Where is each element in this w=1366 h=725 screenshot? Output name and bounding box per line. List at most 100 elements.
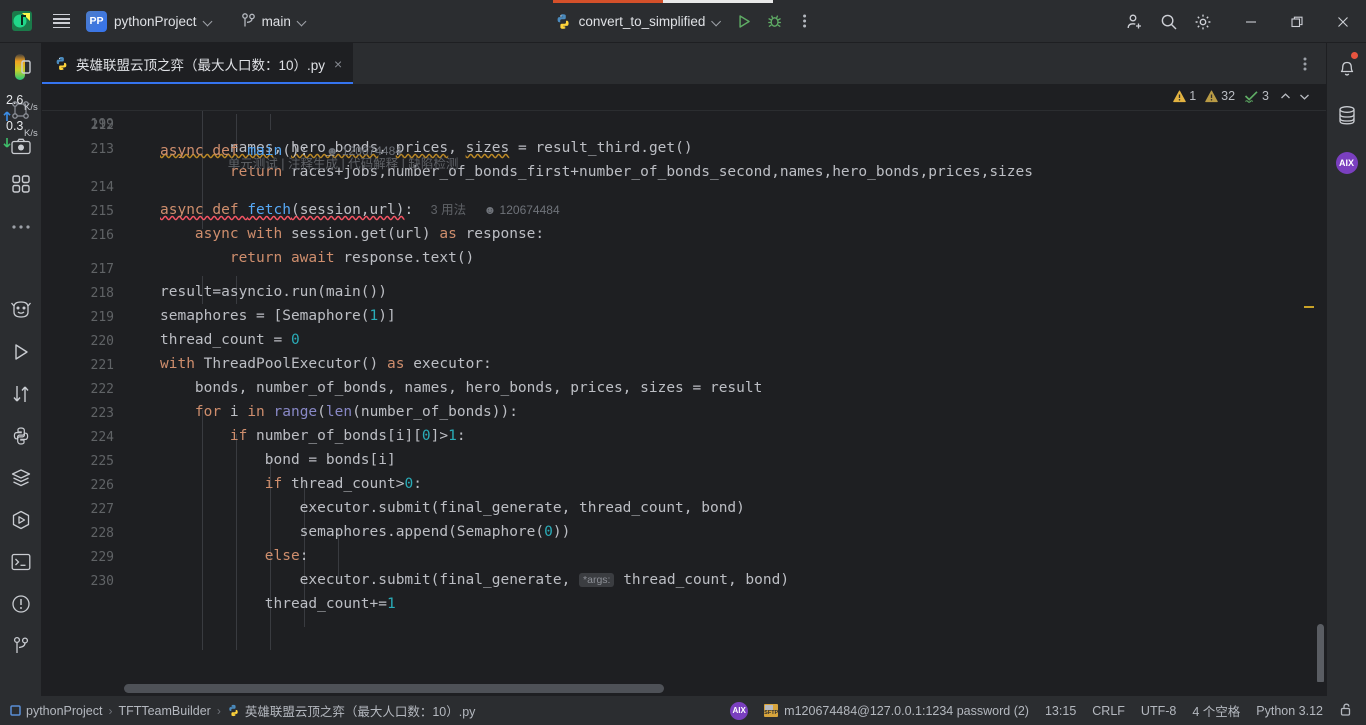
editor-marker-stripe[interactable] <box>1304 306 1314 308</box>
invite-collaborator-button[interactable] <box>1120 7 1150 37</box>
inspection-widget[interactable]: 1 32 3 <box>1173 89 1310 103</box>
run-controls: convert_to_simplified <box>547 6 820 36</box>
python-console-icon <box>13 427 28 445</box>
services-icon <box>11 469 30 487</box>
code-text: async def fetch(session,url): 3 用法 ☻ 120… <box>160 202 560 219</box>
close-icon <box>1338 16 1348 27</box>
aix-status-icon[interactable]: AIX <box>730 701 749 720</box>
project-badge: PP <box>86 10 107 32</box>
sftp-connection-status[interactable]: SFTP m120674484@127.0.0.1:1234 password … <box>764 704 1029 718</box>
left-tool-rail: 2.6 K/s 0.3 K/s <box>0 43 42 696</box>
maximize-button[interactable] <box>1274 0 1320 43</box>
debug-icon <box>768 15 781 28</box>
encoding-button[interactable]: UTF-8 <box>1141 704 1176 718</box>
read-only-toggle[interactable] <box>1339 702 1354 720</box>
run-more-button[interactable] <box>789 6 819 36</box>
more-vertical-icon <box>802 14 806 28</box>
minimize-button[interactable] <box>1228 0 1274 43</box>
run-icon <box>739 14 751 28</box>
line-separator-button[interactable]: CRLF <box>1092 704 1125 718</box>
maximize-icon <box>1291 16 1303 27</box>
editor-tab[interactable]: 英雄联盟云顶之弈（最大人口数：10）.py × <box>42 43 354 84</box>
sftp-label: m120674484@127.0.0.1:1234 password (2) <box>784 703 1029 718</box>
sidebar-item-ai-assistant[interactable] <box>0 289 42 331</box>
project-folder-icon <box>10 705 21 716</box>
code-line: 221 bonds, number_of_bonds, names, hero_… <box>42 330 763 397</box>
run-button[interactable] <box>729 6 759 36</box>
pycharm-logo <box>0 10 44 32</box>
sidebar-item-git-sync[interactable] <box>0 373 42 415</box>
debug-button[interactable] <box>759 6 789 36</box>
close-button[interactable] <box>1320 0 1366 43</box>
upload-arrow-icon <box>3 111 11 121</box>
sidebar-item-terminal[interactable] <box>0 541 42 583</box>
run-configuration-selector[interactable]: convert_to_simplified <box>547 10 730 33</box>
project-selector[interactable]: PP pythonProject <box>82 8 220 35</box>
typo-indicator[interactable]: 3 <box>1244 89 1269 103</box>
code-text: else: <box>264 548 309 565</box>
editor-tab-bar: 英雄联盟云顶之弈（最大人口数：10）.py × <box>42 43 1326 84</box>
version-control-icon <box>13 636 28 653</box>
sidebar-item-version-control[interactable] <box>0 625 42 667</box>
parameter-hint-badge: *args: <box>579 573 615 588</box>
line-number: 230 <box>90 573 114 589</box>
sidebar-item-problems[interactable] <box>0 583 42 625</box>
editor-vertical-scrollbar[interactable] <box>1317 624 1324 684</box>
code-line: 218 semaphores = [Semaphore(1)] <box>42 258 396 325</box>
sidebar-item-run[interactable] <box>0 331 42 373</box>
sticky-code-header[interactable]: 199 async def main(): ☻ 120674484 <box>42 84 1326 159</box>
status-bar-right-group: AIX SFTP m120674484@127.0.0.1:1234 passw… <box>730 701 1366 720</box>
weak-warning-triangle-icon <box>1205 90 1218 102</box>
breadcrumb-separator: › <box>216 703 221 718</box>
sidebar-item-aix[interactable]: AIX <box>1327 139 1366 187</box>
settings-button[interactable] <box>1188 7 1218 37</box>
main-menu-button[interactable] <box>44 11 78 31</box>
code-line: 228 else: <box>42 498 309 565</box>
sidebar-item-more-tools[interactable] <box>0 205 42 249</box>
previous-problem-button[interactable] <box>1280 91 1291 102</box>
chevron-down-icon <box>204 17 213 26</box>
code-editor[interactable]: 212 names, hero_bonds, prices, sizes = r… <box>42 84 1326 696</box>
sidebar-item-structure[interactable] <box>0 163 42 205</box>
clock-label: 13:15 <box>1044 703 1077 718</box>
green-check-icon <box>1244 90 1258 103</box>
menu-line <box>52 17 70 20</box>
code-line: 223 if number_of_bonds[i][0]>1: <box>42 378 466 445</box>
warning-indicator[interactable]: 1 <box>1173 89 1196 103</box>
interpreter-button[interactable]: Python 3.12 <box>1256 704 1323 718</box>
sidebar-item-commit[interactable] <box>0 91 42 129</box>
python-icon <box>557 13 569 29</box>
notification-badge-dot <box>1350 52 1358 59</box>
code-line: 230 thread_count+=1 <box>42 546 396 613</box>
sidebar-item-run-anything[interactable] <box>0 499 42 541</box>
python-file-icon <box>229 704 238 717</box>
weak-warning-count: 32 <box>1221 89 1236 103</box>
code-text: if number_of_bonds[i][0]>1: <box>229 428 466 445</box>
chevron-up-icon <box>1281 92 1290 98</box>
code-text: async with session.get(url) as response: <box>160 226 545 243</box>
breadcrumb-item-folder[interactable]: TFTTeamBuilder <box>118 704 210 718</box>
notification-bell-icon <box>1340 61 1353 76</box>
branch-selector[interactable]: main <box>234 10 314 32</box>
sidebar-item-services[interactable] <box>0 457 42 499</box>
run-anything-icon <box>12 510 29 530</box>
code-line: 220 with ThreadPoolExecutor() as executo… <box>42 306 492 373</box>
code-line: 217 result=asyncio.run(main()) <box>42 234 387 301</box>
indent-button[interactable]: 4 个空格 <box>1192 701 1240 720</box>
weak-warning-indicator[interactable]: 32 <box>1205 89 1235 103</box>
next-problem-button[interactable] <box>1299 91 1310 102</box>
search-everywhere-button[interactable] <box>1154 7 1184 37</box>
breadcrumb-item-project[interactable]: pythonProject <box>10 704 102 718</box>
code-text: result=asyncio.run(main()) <box>160 284 387 301</box>
sidebar-item-project[interactable] <box>0 43 42 91</box>
breadcrumb-item-file[interactable]: 英雄联盟云顶之弈（最大人口数：10）.py <box>227 701 475 720</box>
editor-tab-close-button[interactable]: × <box>332 56 344 72</box>
git-branch-icon <box>241 13 255 27</box>
sidebar-item-database[interactable] <box>1327 91 1366 139</box>
editor-horizontal-scrollbar-thumb[interactable] <box>124 684 664 693</box>
code-text: executor.submit(final_generate, thread_c… <box>160 500 745 517</box>
tab-options-button[interactable] <box>1290 49 1320 79</box>
sidebar-item-python-console[interactable] <box>0 415 42 457</box>
sidebar-item-notifications[interactable] <box>1327 43 1366 91</box>
editor-horizontal-scrollbar-track[interactable] <box>42 682 1326 696</box>
